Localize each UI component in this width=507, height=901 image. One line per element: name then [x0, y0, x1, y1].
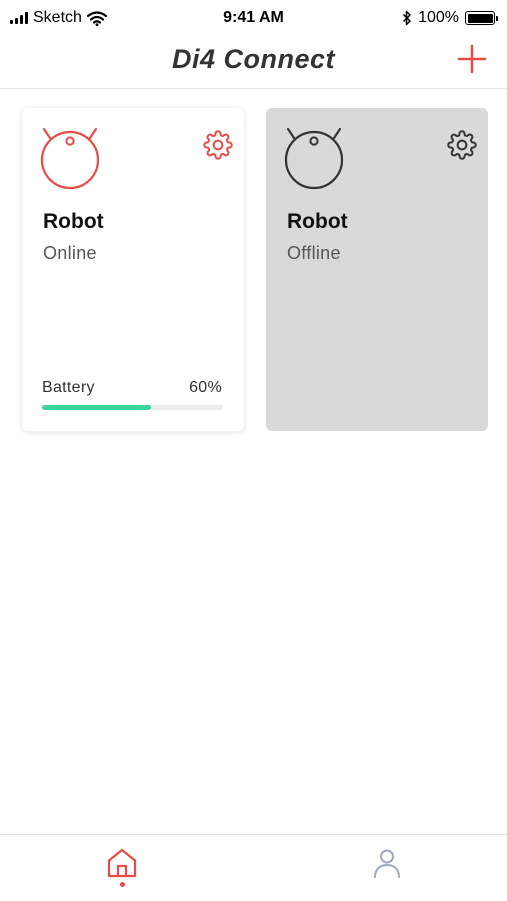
profile-icon — [374, 849, 400, 878]
bluetooth-icon — [403, 10, 411, 26]
add-device-button[interactable] — [457, 44, 487, 74]
device-status: Online — [43, 243, 97, 263]
battery-percent: 100% — [418, 9, 459, 26]
battery-label: Battery — [42, 379, 95, 396]
active-tab-indicator — [120, 882, 125, 887]
nav-header: Di4 Connect — [0, 36, 507, 89]
tab-home[interactable] — [105, 847, 139, 889]
device-name: Robot — [287, 210, 348, 233]
tab-bar — [0, 834, 507, 901]
robot-vacuum-icon — [40, 127, 100, 190]
gear-icon[interactable] — [203, 130, 233, 160]
device-card-offline[interactable]: Robot Offline — [266, 108, 488, 431]
battery-value: 60% — [189, 379, 222, 396]
page-title: Di4 Connect — [171, 44, 336, 74]
battery-icon — [465, 11, 498, 25]
gear-icon[interactable] — [447, 130, 477, 160]
battery-progress-bar — [42, 405, 151, 410]
device-name: Robot — [43, 210, 104, 233]
device-status: Offline — [287, 243, 341, 263]
device-card-online[interactable]: Robot Online Battery 60% — [22, 108, 244, 431]
status-bar-right: 100% — [402, 9, 498, 27]
home-icon — [107, 848, 137, 878]
status-bar: Sketch 9:41 AM 100% — [0, 0, 507, 36]
tab-profile[interactable] — [371, 847, 403, 879]
battery-progress-track — [42, 405, 223, 410]
robot-vacuum-icon — [284, 127, 344, 190]
plus-icon — [457, 44, 487, 74]
